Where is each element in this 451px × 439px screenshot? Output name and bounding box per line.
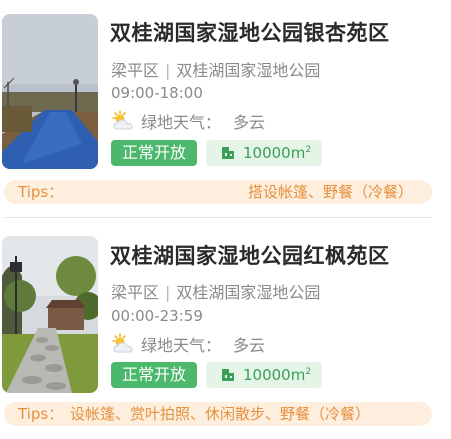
park-name[interactable]: 双桂湖国家湿地公园红枫苑区 bbox=[110, 240, 390, 270]
status-badge: 正常开放 bbox=[111, 140, 197, 166]
park-photo[interactable] bbox=[2, 14, 98, 169]
tips-text: 搭设帐篷、野餐（冷餐） bbox=[248, 183, 414, 201]
weather-info: 绿地天气： 多云 bbox=[111, 108, 265, 134]
district-label: 梁平区 bbox=[111, 61, 160, 80]
area-icon bbox=[220, 145, 236, 161]
area-unit-sup: 2 bbox=[305, 145, 312, 155]
weather-label: 绿地天气： bbox=[141, 336, 222, 355]
park-name[interactable]: 双桂湖国家湿地公园银杏苑区 bbox=[110, 17, 390, 47]
opening-hours: 09:00-18:00 bbox=[111, 84, 203, 102]
park-card[interactable]: 双桂湖国家湿地公园红枫苑区 梁平区 | 双桂湖国家湿地公园 00:00-23:59 … bbox=[0, 226, 451, 439]
park-label: 双桂湖国家湿地公园 bbox=[176, 283, 321, 302]
status-badge: 正常开放 bbox=[111, 362, 197, 388]
separator: | bbox=[165, 283, 171, 302]
district-label: 梁平区 bbox=[111, 283, 160, 302]
tips-text: 设帐篷、赏叶拍照、休闲散步、野餐（冷餐） bbox=[70, 405, 371, 423]
card-divider bbox=[4, 217, 432, 218]
tips-label: Tips： bbox=[18, 405, 64, 423]
separator: | bbox=[165, 61, 171, 80]
weather-info: 绿地天气： 多云 bbox=[111, 331, 265, 357]
area-badge: 10000m 2 bbox=[206, 362, 322, 388]
park-location: 梁平区 | 双桂湖国家湿地公园 bbox=[111, 279, 320, 303]
partly-cloudy-icon bbox=[111, 110, 135, 132]
partly-cloudy-icon bbox=[111, 333, 135, 355]
area-value: 10000m bbox=[243, 366, 306, 384]
area-icon bbox=[220, 367, 236, 383]
tips-bar: Tips： 搭设帐篷、野餐（冷餐） bbox=[4, 180, 432, 204]
area-value: 10000m bbox=[243, 144, 306, 162]
area-badge: 10000m 2 bbox=[206, 140, 322, 166]
tips-label: Tips： bbox=[18, 183, 64, 201]
area-unit-sup: 2 bbox=[305, 367, 312, 377]
weather-value: 多云 bbox=[233, 336, 266, 355]
tips-bar: Tips： 设帐篷、赏叶拍照、休闲散步、野餐（冷餐） bbox=[4, 402, 432, 426]
weather-value: 多云 bbox=[233, 113, 266, 132]
opening-hours: 00:00-23:59 bbox=[111, 307, 203, 325]
park-photo[interactable] bbox=[2, 236, 98, 393]
park-location: 梁平区 | 双桂湖国家湿地公园 bbox=[111, 57, 320, 81]
park-card[interactable]: 双桂湖国家湿地公园银杏苑区 梁平区 | 双桂湖国家湿地公园 09:00-18:00 … bbox=[0, 0, 451, 214]
weather-label: 绿地天气： bbox=[141, 113, 222, 132]
park-label: 双桂湖国家湿地公园 bbox=[176, 61, 321, 80]
